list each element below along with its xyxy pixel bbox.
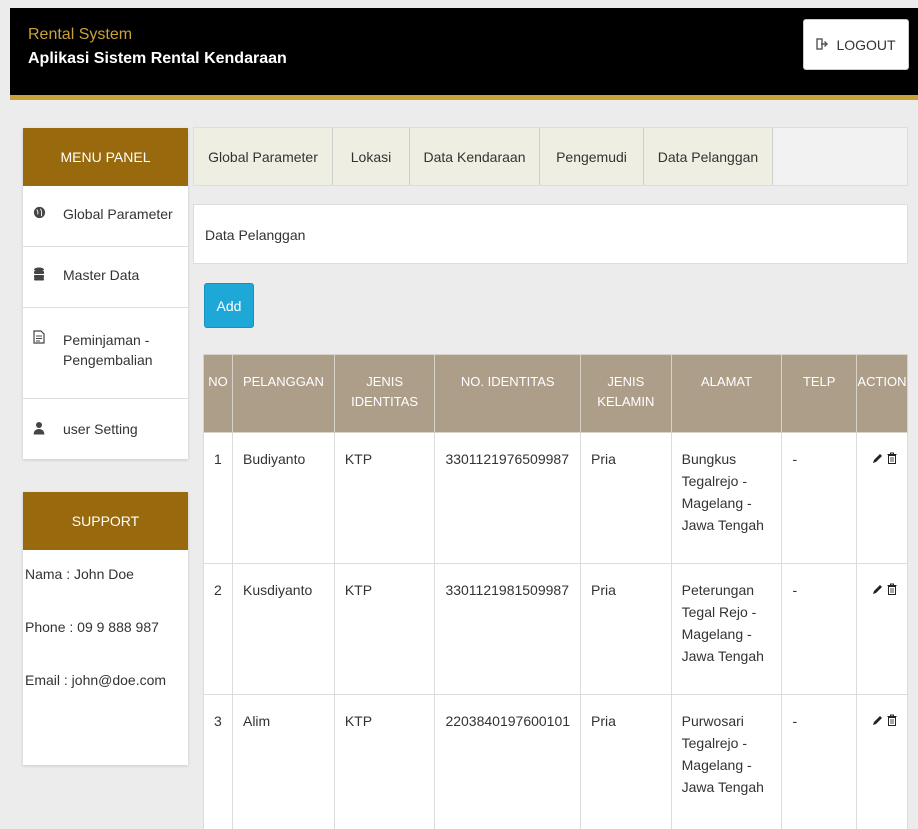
trash-icon[interactable]	[887, 579, 897, 601]
cell-jenis-identitas: KTP	[333, 694, 436, 829]
support-panel-title: SUPPORT	[23, 492, 188, 550]
app-title: Aplikasi Sistem Rental Kendaraan	[28, 50, 287, 67]
customer-table: NO PELANGGAN JENIS IDENTITAS NO. IDENTIT…	[203, 354, 909, 829]
cell-jenis-kelamin: Pria	[580, 563, 672, 695]
sidebar-item-label: Global Parameter	[63, 206, 173, 222]
cell-alamat: Purwosari Tegalrejo - Magelang - Jawa Te…	[670, 694, 783, 829]
cell-no-identitas: 3301121976509987	[434, 432, 582, 564]
document-icon	[33, 330, 63, 344]
cell-no: 1	[203, 432, 233, 564]
cell-jenis-kelamin: Pria	[580, 432, 672, 564]
app-name: Rental System	[28, 26, 133, 43]
cell-action	[855, 563, 909, 695]
cell-jenis-kelamin: Pria	[580, 694, 672, 829]
support-phone: Phone : 09 9 888 987	[25, 619, 159, 635]
tab-bar: Global Parameter Lokasi Data Kendaraan P…	[193, 127, 908, 186]
cell-no: 3	[203, 694, 233, 829]
sidebar-item-global-parameter[interactable]: Global Parameter	[23, 186, 188, 247]
pencil-icon[interactable]	[872, 448, 883, 470]
tab-global-parameter[interactable]: Global Parameter	[194, 128, 333, 185]
cell-telp: -	[781, 563, 857, 695]
table-row: 2 Kusdiyanto KTP 3301121981509987 Pria P…	[203, 563, 909, 695]
column-header: TELP	[781, 354, 857, 433]
cell-no-identitas: 2203840197600101	[434, 694, 582, 829]
table-header-row: NO PELANGGAN JENIS IDENTITAS NO. IDENTIT…	[203, 354, 909, 433]
database-icon	[33, 267, 63, 281]
cell-telp: -	[781, 694, 857, 829]
header-divider	[10, 95, 918, 100]
support-panel: SUPPORT Nama : John Doe Phone : 09 9 888…	[23, 492, 188, 765]
sidebar-item-master-data[interactable]: Master Data	[23, 247, 188, 308]
sidebar-item-label: Master Data	[63, 267, 140, 283]
cell-no: 2	[203, 563, 233, 695]
cell-alamat: Bungkus Tegalrejo - Magelang - Jawa Teng…	[670, 432, 783, 564]
cell-alamat: Peterungan Tegal Rejo - Magelang - Jawa …	[670, 563, 783, 695]
table-row: 3 Alim KTP 2203840197600101 Pria Purwosa…	[203, 694, 909, 829]
sidebar-item-label: Peminjaman - Pengembalian	[63, 332, 153, 368]
tab-pengemudi[interactable]: Pengemudi	[540, 128, 644, 185]
column-header: NO. IDENTITAS	[434, 354, 582, 433]
cell-jenis-identitas: KTP	[333, 432, 436, 564]
support-name: Nama : John Doe	[25, 566, 134, 582]
menu-panel-title: MENU PANEL	[23, 128, 188, 186]
add-button[interactable]: Add	[204, 283, 254, 328]
cell-action	[855, 432, 909, 564]
pencil-icon[interactable]	[872, 579, 883, 601]
cell-jenis-identitas: KTP	[333, 563, 436, 695]
logout-label: LOGOUT	[836, 36, 896, 53]
table-row: 1 Budiyanto KTP 3301121976509987 Pria Bu…	[203, 432, 909, 564]
column-header: JENIS IDENTITAS	[333, 354, 436, 433]
pencil-icon[interactable]	[872, 710, 883, 732]
user-icon	[33, 421, 63, 435]
column-header: ALAMAT	[670, 354, 783, 433]
cell-pelanggan: Budiyanto	[231, 432, 335, 564]
cell-pelanggan: Kusdiyanto	[231, 563, 335, 695]
sidebar-item-user-setting[interactable]: user Setting	[23, 399, 188, 459]
menu-panel: MENU PANEL Global Parameter Master Data …	[23, 128, 188, 459]
tab-data-kendaraan[interactable]: Data Kendaraan	[410, 128, 540, 185]
cell-no-identitas: 3301121981509987	[434, 563, 582, 695]
column-header: ACTION	[855, 354, 909, 433]
logout-button[interactable]: LOGOUT	[803, 19, 909, 70]
globe-icon	[33, 206, 63, 219]
cell-action	[855, 694, 909, 829]
trash-icon[interactable]	[887, 448, 897, 470]
tab-lokasi[interactable]: Lokasi	[333, 128, 410, 185]
column-header: PELANGGAN	[231, 354, 335, 433]
top-bar: Rental System Aplikasi Sistem Rental Ken…	[10, 8, 918, 95]
column-header: JENIS KELAMIN	[580, 354, 672, 433]
sidebar-item-label: user Setting	[63, 421, 138, 437]
column-header: NO	[203, 354, 233, 433]
cell-telp: -	[781, 432, 857, 564]
content-heading: Data Pelanggan	[193, 204, 908, 264]
tab-data-pelanggan[interactable]: Data Pelanggan	[644, 128, 773, 185]
cell-pelanggan: Alim	[231, 694, 335, 829]
support-email: Email : john@doe.com	[25, 672, 167, 688]
logout-icon	[816, 37, 829, 53]
trash-icon[interactable]	[887, 710, 897, 732]
sidebar-item-peminjaman[interactable]: Peminjaman - Pengembalian	[23, 308, 188, 399]
